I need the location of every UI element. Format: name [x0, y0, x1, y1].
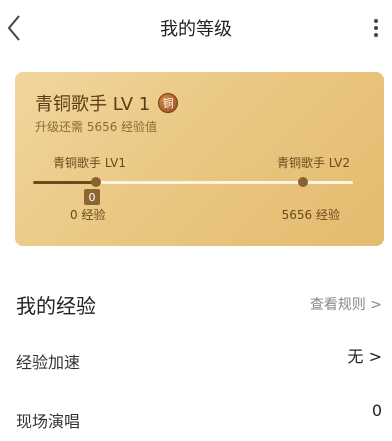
current-level-label: 青铜歌手 LV1 — [53, 156, 127, 170]
next-level-label: 青铜歌手 LV2 — [276, 156, 350, 170]
next-level-marker — [298, 177, 308, 187]
current-level-marker — [91, 177, 101, 187]
top-nav-bar: 我的等级 — [0, 0, 392, 56]
level-card: 青铜歌手 LV 1 铜 升级还需 5656 经验值 青铜歌手 LV1 青铜歌手 … — [15, 72, 384, 246]
exp-boost-value[interactable]: 无 > — [348, 343, 383, 367]
current-exp-label: 0 经验 — [70, 208, 106, 222]
vertical-dots-icon — [374, 19, 378, 37]
my-experience-title: 我的经验 — [16, 294, 96, 318]
level-title-row: 青铜歌手 LV 1 铜 — [35, 90, 179, 116]
current-exp-tag: 0 — [84, 189, 100, 205]
upgrade-hint: 升级还需 5656 经验值 — [35, 120, 158, 134]
more-options-button[interactable] — [368, 12, 384, 44]
view-rules-link[interactable]: 查看规则 > — [310, 294, 382, 314]
bronze-medal-icon: 铜 — [158, 93, 179, 113]
progress-fill — [33, 181, 96, 184]
exp-boost-label: 经验加速 — [16, 353, 81, 372]
live-singing-value: 0 — [371, 401, 382, 420]
next-exp-label: 5656 经验 — [281, 208, 340, 222]
page-title: 我的等级 — [160, 19, 232, 40]
live-singing-label: 现场演唱 — [16, 412, 81, 431]
level-title: 青铜歌手 LV 1 — [35, 94, 151, 115]
